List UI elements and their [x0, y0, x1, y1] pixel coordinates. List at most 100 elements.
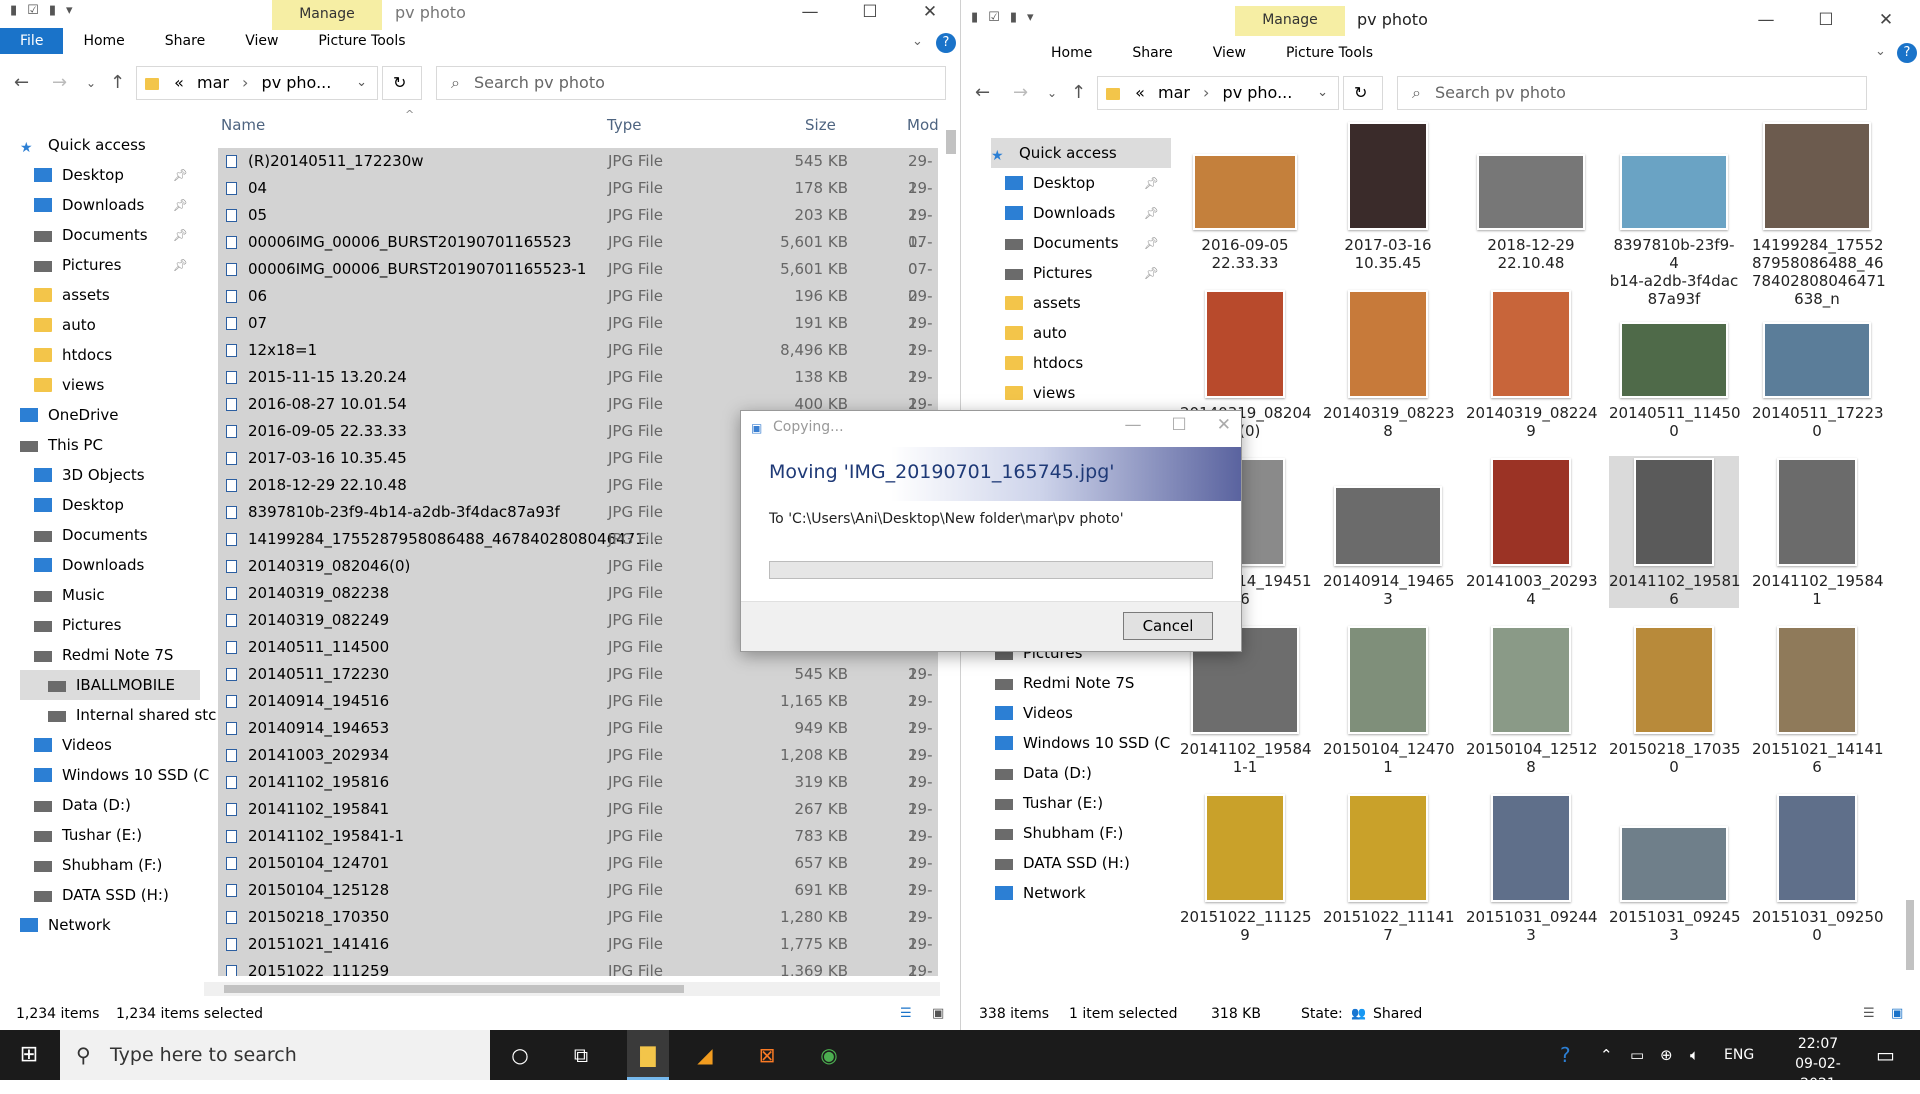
nav-item-desktop[interactable]: Desktop 📌︎ — [991, 168, 1171, 198]
photo-thumbnail[interactable]: 14199284_17552 87958086488_46 784028080464… — [1752, 120, 1886, 308]
file-row[interactable]: 20141102_195841 JPG File 267 KB 29-1. — [218, 796, 938, 845]
nav-item-onedrive[interactable]: OneDrive — [20, 400, 200, 430]
folder-icon[interactable]: ▮ — [10, 3, 17, 18]
nav-item-assets[interactable]: assets — [991, 288, 1171, 318]
nav-item-desktop[interactable]: Desktop 📌︎ — [20, 160, 200, 190]
file-row[interactable]: 12x18=1 JPG File 8,496 KB 29-1. — [218, 337, 938, 386]
nav-item-documents[interactable]: Documents 📌︎ — [20, 220, 200, 250]
nav-item-redmi-note-7s[interactable]: Redmi Note 7S — [20, 640, 200, 670]
breadcrumb-mar[interactable]: mar — [197, 73, 229, 92]
close-icon[interactable]: ✕ — [1217, 415, 1231, 435]
file-row[interactable]: 20141102_195841-1 JPG File 783 KB 29-1. — [218, 823, 938, 872]
pin-icon[interactable]: 📌︎ — [173, 220, 188, 250]
photo-thumbnail[interactable]: 20151022_11125 9 — [1180, 792, 1312, 944]
file-row[interactable]: 05 JPG File 203 KB 29-1. — [218, 202, 938, 251]
file-row[interactable]: 20150218_170350 JPG File 1,280 KB 29-1. — [218, 904, 938, 953]
nav-item-htdocs[interactable]: htdocs — [20, 340, 200, 370]
chrome-icon[interactable]: ◉ — [814, 1040, 844, 1070]
photo-thumbnail[interactable]: 20140319_08224 9 — [1466, 288, 1598, 440]
nav-item-internal-shared-stc[interactable]: Internal shared stc — [20, 700, 216, 730]
recent-dropdown-icon[interactable]: ⌄ — [86, 76, 96, 90]
minimize-icon[interactable]: — — [1125, 415, 1142, 435]
close-icon[interactable]: ✕ — [900, 0, 960, 24]
nav-item-network[interactable]: Network — [20, 910, 200, 940]
manage-contextual-tab[interactable]: Manage — [272, 0, 382, 30]
nav-item-videos[interactable]: Videos — [20, 730, 200, 760]
tab-view[interactable]: View — [1193, 45, 1266, 61]
nav-item-music[interactable]: Music — [20, 580, 200, 610]
tab-home[interactable]: Home — [1031, 45, 1112, 61]
nav-item-network[interactable]: Network — [995, 878, 1175, 908]
details-view-icon[interactable]: ☰ — [1863, 1006, 1875, 1021]
properties-check-icon[interactable]: ☑ — [988, 10, 1000, 25]
nav-item-this-pc[interactable]: This PC — [20, 430, 200, 460]
nav-item-quick-access[interactable]: ★ Quick access — [991, 138, 1171, 168]
tab-share[interactable]: Share — [145, 33, 225, 49]
maximize-icon[interactable]: ☐ — [840, 0, 900, 24]
nav-item-redmi-note-7s[interactable]: Redmi Note 7S — [995, 668, 1175, 698]
photo-thumbnail[interactable]: 20140511_11450 0 — [1609, 288, 1741, 440]
nav-item-documents[interactable]: Documents — [20, 520, 200, 550]
tab-picture-tools[interactable]: Picture Tools — [298, 33, 425, 49]
cortana-icon[interactable]: ○ — [505, 1040, 535, 1070]
file-row[interactable]: 04 JPG File 178 KB 29-1. — [218, 175, 938, 224]
nav-item-data-d[interactable]: Data (D:) — [995, 758, 1175, 788]
photo-thumbnail[interactable]: 20141003_20293 4 — [1466, 456, 1598, 608]
photo-thumbnail[interactable]: 20150218_17035 0 — [1609, 624, 1741, 776]
pin-icon[interactable]: 📌︎ — [173, 190, 188, 220]
photo-thumbnail[interactable]: 20151022_11141 7 — [1323, 792, 1455, 944]
pin-icon[interactable]: 📌︎ — [173, 250, 188, 280]
address-bar[interactable]: « mar › pv pho... ⌄ — [1097, 76, 1339, 110]
nav-item-auto[interactable]: auto — [20, 310, 200, 340]
file-row[interactable]: 20140914_194653 JPG File 949 KB 29-1. — [218, 715, 938, 764]
large-icons-view-icon[interactable]: ▣ — [1891, 1006, 1903, 1021]
nav-item-data-ssd-h[interactable]: DATA SSD (H:) — [995, 848, 1175, 878]
battery-icon[interactable]: ▭ — [1630, 1030, 1644, 1080]
new-folder-icon[interactable]: ▮ — [1010, 10, 1017, 25]
nav-item-downloads[interactable]: Downloads — [20, 550, 200, 580]
nav-item-htdocs[interactable]: htdocs — [991, 348, 1171, 378]
customize-qat-icon[interactable]: ▾ — [66, 3, 73, 18]
pin-icon[interactable]: 📌︎ — [1144, 168, 1159, 198]
large-icons-view-icon[interactable]: ▣ — [932, 1006, 944, 1021]
close-icon[interactable]: ✕ — [1856, 8, 1916, 32]
column-type[interactable]: Type — [607, 116, 641, 134]
customize-qat-icon[interactable]: ▾ — [1027, 10, 1034, 25]
refresh-icon[interactable]: ↻ — [382, 66, 422, 100]
column-modified[interactable]: Mod — [907, 116, 939, 134]
help-icon[interactable]: ? — [936, 33, 956, 53]
nav-item-iballmobile[interactable]: IBALLMOBILE — [20, 670, 200, 700]
file-row[interactable]: 20150104_125128 JPG File 691 KB 29-1. — [218, 877, 938, 926]
help-icon[interactable]: ? — [1897, 43, 1917, 63]
up-arrow-icon[interactable]: ↑ — [110, 72, 125, 93]
photo-thumbnail[interactable]: 20151031_09245 3 — [1609, 792, 1741, 944]
back-arrow-icon[interactable]: ← — [975, 82, 990, 103]
expand-ribbon-icon[interactable]: ⌄ — [1875, 44, 1886, 59]
chevron-down-icon[interactable]: ⌄ — [1317, 77, 1328, 109]
file-row[interactable]: 20151021_141416 JPG File 1,775 KB 29-1. — [218, 931, 938, 976]
cancel-button[interactable]: Cancel — [1123, 612, 1213, 640]
nav-item-pictures[interactable]: Pictures — [20, 610, 200, 640]
forward-arrow-icon[interactable]: → — [52, 72, 67, 93]
photo-thumbnail[interactable]: 2017-03-16 10.35.45 — [1323, 120, 1453, 272]
nav-item-tushar-e[interactable]: Tushar (E:) — [995, 788, 1175, 818]
refresh-icon[interactable]: ↻ — [1343, 76, 1383, 110]
folder-icon[interactable]: ▮ — [971, 10, 978, 25]
breadcrumb-overflow[interactable]: « — [1135, 83, 1145, 102]
pin-icon[interactable]: 📌︎ — [173, 160, 188, 190]
tab-picture-tools[interactable]: Picture Tools — [1266, 45, 1393, 61]
photo-thumbnail[interactable]: 2016-09-05 22.33.33 — [1180, 120, 1310, 272]
vertical-scrollbar[interactable] — [1906, 120, 1916, 1000]
file-row[interactable]: 00006IMG_00006_BURST20190701165523 JPG Fi… — [218, 229, 938, 278]
photo-thumbnail[interactable]: 20141102_19581 6 — [1609, 456, 1741, 608]
task-view-icon[interactable]: ⧉ — [566, 1040, 596, 1070]
nav-item-pictures[interactable]: Pictures 📌︎ — [991, 258, 1171, 288]
nav-item-documents[interactable]: Documents 📌︎ — [991, 228, 1171, 258]
photo-thumbnail[interactable]: 20140511_17223 0 — [1752, 288, 1884, 440]
nav-item-data-d[interactable]: Data (D:) — [20, 790, 200, 820]
nav-item-views[interactable]: views — [991, 378, 1171, 408]
language-indicator[interactable]: ENG — [1724, 1030, 1754, 1080]
file-row[interactable]: 07 JPG File 191 KB 29-1. — [218, 310, 938, 359]
recent-dropdown-icon[interactable]: ⌄ — [1047, 86, 1057, 100]
back-arrow-icon[interactable]: ← — [14, 72, 29, 93]
